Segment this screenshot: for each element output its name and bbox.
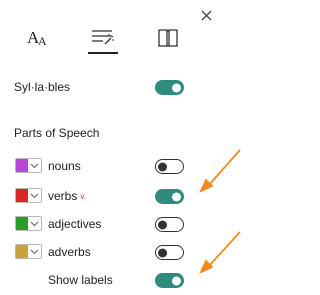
verbs-toggle[interactable] — [155, 189, 184, 204]
nouns-label: nouns — [48, 159, 81, 173]
syllables-toggle[interactable] — [155, 80, 184, 95]
toggle-knob — [158, 248, 167, 257]
tab-text-options[interactable]: A A — [23, 26, 51, 50]
chevron-down-icon — [30, 163, 39, 169]
verbs-color-picker[interactable] — [15, 188, 42, 203]
nouns-color-swatch — [16, 159, 28, 172]
show-labels-toggle[interactable] — [155, 273, 184, 288]
active-tab-indicator — [88, 52, 118, 54]
adjectives-toggle[interactable] — [155, 217, 184, 232]
adverbs-toggle[interactable] — [155, 245, 184, 260]
nouns-color-picker[interactable] — [15, 158, 42, 173]
verbs-color-swatch — [16, 189, 28, 202]
toggle-knob — [158, 220, 167, 229]
toggle-knob — [172, 83, 181, 92]
adjectives-color-swatch — [16, 217, 28, 230]
adverbs-label: adverbs — [48, 245, 91, 259]
arrow-icon — [199, 149, 241, 193]
grammar-icon — [92, 30, 114, 45]
tab-reading-preferences[interactable] — [154, 26, 182, 50]
chevron-down-icon — [30, 193, 39, 199]
text-size-icon: A A — [27, 28, 47, 48]
toggle-knob — [172, 276, 181, 285]
syllables-label: Syl·la·bles — [14, 80, 71, 94]
adverbs-color-swatch — [16, 245, 28, 258]
parts-of-speech-heading: Parts of Speech — [14, 126, 100, 140]
close-button[interactable] — [199, 8, 215, 24]
book-icon — [158, 29, 178, 47]
chevron-down-icon — [30, 221, 39, 227]
toggle-knob — [158, 162, 167, 171]
nouns-toggle[interactable] — [155, 159, 184, 174]
verbs-label-marker: v. — [80, 192, 86, 201]
adjectives-label: adjectives — [48, 217, 102, 231]
adverbs-color-picker[interactable] — [15, 244, 42, 259]
toggle-knob — [172, 192, 181, 201]
tab-grammar-options[interactable] — [89, 26, 117, 50]
verbs-label: verbs — [48, 189, 78, 203]
adjectives-color-picker[interactable] — [15, 216, 42, 231]
chevron-down-icon — [30, 249, 39, 255]
close-icon — [201, 10, 212, 21]
show-labels-label: Show labels — [48, 273, 113, 287]
arrow-icon — [199, 231, 241, 274]
verbs-label-group: verbs v. — [48, 189, 86, 203]
